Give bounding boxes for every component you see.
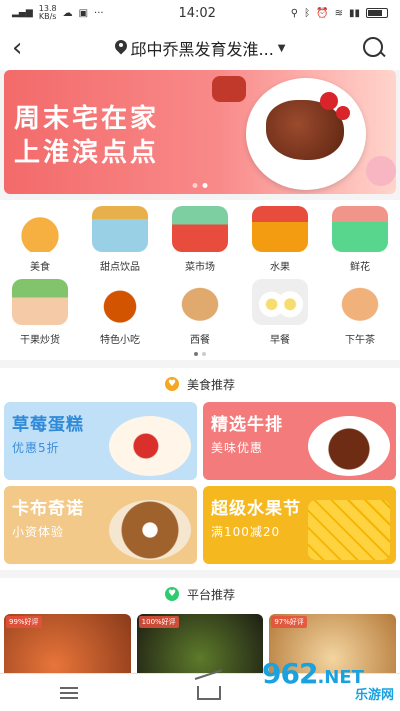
rating-badge: 99%好评 — [6, 616, 42, 628]
flower-shop-icon — [332, 206, 388, 252]
alarm-icon: ⏰ — [316, 7, 329, 19]
speed-unit: KB/s — [38, 12, 57, 21]
category-meishi[interactable]: 美食 — [2, 206, 78, 273]
rating-badge: 97%好评 — [271, 616, 307, 628]
wifi-icon: ≋ — [334, 7, 343, 19]
category-row: 干果炒货 特色小吃 西餐 早餐 下午茶 — [0, 279, 400, 346]
strawberry-cake-image — [109, 416, 191, 476]
steak-plate-image — [246, 78, 366, 190]
watermark-number: 962 — [262, 657, 318, 690]
platform-section-header: ♥ 平台推荐 — [0, 578, 400, 610]
noodle-bowl-icon — [12, 206, 68, 252]
pagination-dot-active[interactable] — [202, 183, 208, 188]
pagination-dot-active[interactable] — [194, 352, 198, 356]
steak-image — [308, 416, 390, 476]
more-dots-icon: ··· — [94, 7, 104, 19]
category-xiawucha[interactable]: 下午茶 — [322, 279, 398, 346]
category-tiandian[interactable]: 甜点饮品 — [82, 206, 158, 273]
promo-card-strawberry-cake[interactable]: 草莓蛋糕 优惠5折 — [4, 402, 197, 480]
platform-section-title: 平台推荐 — [186, 587, 235, 602]
dessert-shop-icon — [92, 206, 148, 252]
location-status-icon: ⚲ — [290, 7, 299, 19]
coffee-cup-image — [109, 500, 191, 560]
banner-pagination — [192, 183, 208, 188]
promo-card-cappuccino[interactable]: 卡布奇诺 小资体验 — [4, 486, 197, 564]
status-time: 14:02 — [178, 5, 216, 21]
category-label: 特色小吃 — [100, 335, 140, 346]
signal-icon: ▂▄▆ — [12, 8, 33, 18]
banner-line-2: 上淮滨点点 — [14, 138, 160, 168]
snack-plate-icon — [92, 279, 148, 325]
category-label: 鲜花 — [350, 262, 370, 273]
menu-icon[interactable] — [59, 686, 78, 699]
food-promo-grid: 草莓蛋糕 优惠5折 精选牛排 美味优惠 卡布奇诺 小资体验 超级水果节 满100… — [0, 400, 400, 570]
status-right: ⚲ ᛒ ⏰ ≋ ▮▮ — [291, 8, 388, 19]
category-label: 干果炒货 — [20, 335, 60, 346]
breakfast-egg-icon — [252, 279, 308, 325]
category-zaocan[interactable]: 早餐 — [242, 279, 318, 346]
category-shuiguo[interactable]: 水果 — [242, 206, 318, 273]
category-label: 西餐 — [190, 335, 210, 346]
mobile-signal-icon: ▮▮ — [348, 7, 360, 19]
food-section-title: 美食推荐 — [186, 377, 235, 392]
caret-down-icon: ▼ — [277, 42, 286, 54]
battery-icon — [365, 8, 388, 18]
category-label: 水果 — [270, 262, 290, 273]
pagination-dot[interactable] — [192, 183, 198, 188]
home-icon[interactable] — [196, 685, 221, 700]
heart-icon: ♥ — [164, 587, 179, 601]
category-xiaochi[interactable]: 特色小吃 — [82, 279, 158, 346]
category-xianhua[interactable]: 鲜花 — [322, 206, 398, 273]
cloud-icon: ☁ — [62, 7, 73, 19]
category-label: 早餐 — [270, 335, 290, 346]
category-label: 菜市场 — [185, 262, 215, 273]
banner-text: 周末宅在家 上淮滨点点 — [14, 102, 159, 170]
category-ganguo[interactable]: 干果炒货 — [2, 279, 78, 346]
category-caishichang[interactable]: 菜市场 — [162, 206, 238, 273]
rating-badge: 100%好评 — [138, 616, 179, 628]
tomato-image — [320, 92, 338, 110]
location-selector[interactable]: 邱中乔黑发育发淮... ▼ — [40, 36, 360, 60]
status-left: ▂▄▆ 13.8 KB/s ☁ ▣ ··· — [12, 5, 104, 21]
category-xican[interactable]: 西餐 — [162, 279, 238, 346]
category-grid: 美食 甜点饮品 菜市场 水果 鲜花 干果炒货 特色小吃 西餐 早餐 下午茶 — [0, 200, 400, 360]
location-pin-icon — [115, 40, 127, 56]
pagination-dot[interactable] — [202, 352, 206, 356]
vegetable-basket-icon — [172, 206, 228, 252]
fruit-box-icon — [252, 206, 308, 252]
tomato-image — [336, 106, 350, 120]
back-icon[interactable]: ‹ — [12, 35, 40, 61]
network-speed: 13.8 KB/s — [39, 5, 57, 21]
dessert-image — [366, 156, 396, 186]
site-watermark: 962.NET 乐游网 — [262, 657, 394, 707]
heart-icon: ♥ — [164, 377, 179, 391]
category-row: 美食 甜点饮品 菜市场 水果 鲜花 — [0, 206, 400, 273]
nut-shop-icon — [12, 279, 68, 325]
app-notification-icon: ▣ — [78, 7, 89, 19]
bluetooth-icon: ᛒ — [304, 7, 311, 19]
category-label: 下午茶 — [345, 335, 375, 346]
top-nav-bar: ‹ 邱中乔黑发育发淮... ▼ — [0, 26, 400, 70]
bread-icon — [172, 279, 228, 325]
category-label: 美食 — [30, 262, 50, 273]
banner-line-1: 周末宅在家 — [14, 104, 160, 134]
category-label: 甜点饮品 — [100, 262, 140, 273]
drink-image — [212, 76, 246, 102]
promo-card-fruit-festival[interactable]: 超级水果节 满100减20 — [203, 486, 396, 564]
category-pagination — [0, 352, 400, 356]
food-section-header: ♥ 美食推荐 — [0, 368, 400, 400]
mango-image — [308, 500, 390, 560]
status-bar: ▂▄▆ 13.8 KB/s ☁ ▣ ··· 14:02 ⚲ ᛒ ⏰ ≋ ▮▮ — [0, 0, 400, 26]
search-icon[interactable] — [360, 34, 388, 62]
pizza-icon — [332, 279, 388, 325]
promo-card-steak[interactable]: 精选牛排 美味优惠 — [203, 402, 396, 480]
promo-banner[interactable]: 周末宅在家 上淮滨点点 — [4, 70, 396, 194]
location-text: 邱中乔黑发育发淮... — [130, 40, 274, 59]
